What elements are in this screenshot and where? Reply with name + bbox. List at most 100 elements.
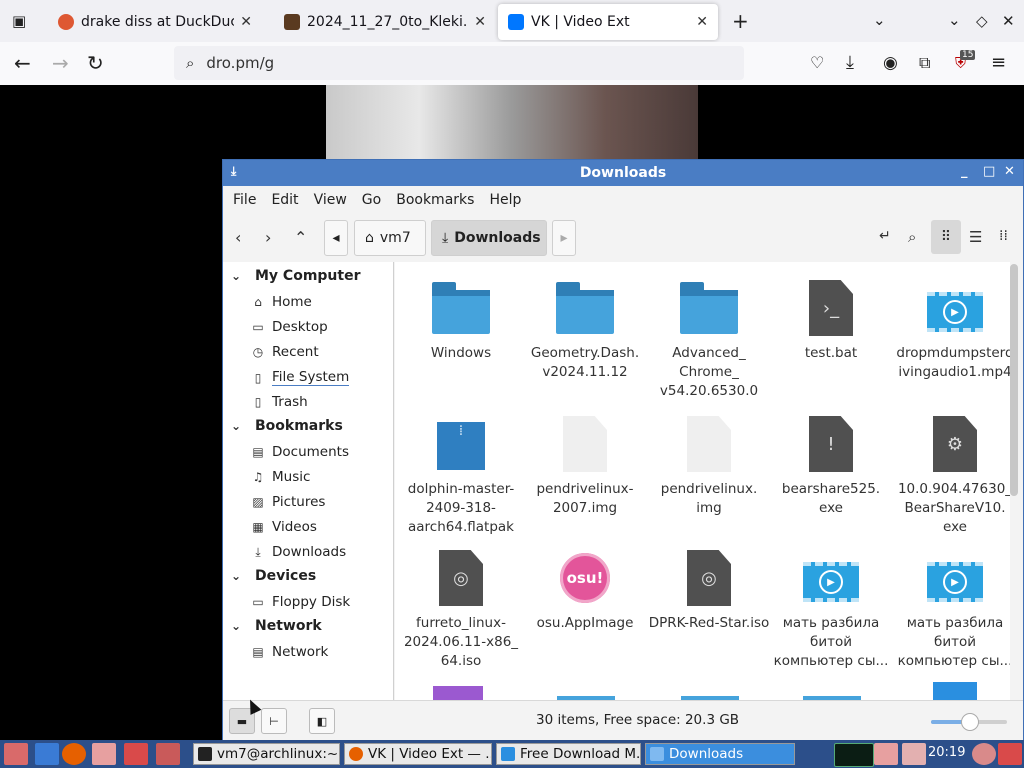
sidebar-item-floppy-disk[interactable]: ▭ Floppy Disk [251,594,350,610]
sidebar-item-recent[interactable]: ◷ Recent [251,344,319,360]
download-manager-launcher-icon[interactable] [124,743,148,765]
sidebar-item-network[interactable]: ▤ Network [251,644,328,660]
menu-launcher-icon[interactable] [4,743,28,765]
file-item[interactable]: pendrivelinux. img [647,414,771,518]
sidebar-item-desktop[interactable]: ▭ Desktop [251,319,327,335]
breadcrumb-downloads[interactable]: ⤓ Downloads [431,220,547,256]
tab-duckduckgo[interactable]: drake diss at DuckDuckGo ✕ [48,4,262,40]
url-bar[interactable]: ⌕ dro.pm/g [174,46,744,80]
logout-icon[interactable] [998,743,1022,765]
file-manager-launcher-icon[interactable] [35,743,59,765]
task-terminal[interactable]: vm7@archlinux:~ [193,743,340,765]
account-icon[interactable]: ◉ [883,52,898,74]
file-item[interactable]: Advanced_ Chrome_ v54.20.6530.0 [647,278,771,401]
breadcrumb-label: Downloads [454,230,541,246]
compact-view-icon[interactable]: ⁞⁞ [999,228,1008,244]
tray-icon[interactable] [902,743,926,765]
diamond-icon[interactable]: ◇ [976,12,988,30]
breadcrumb-left-button[interactable]: ◂ [324,220,348,256]
new-tab-button[interactable]: + [732,9,749,33]
back-icon[interactable]: ← [14,52,31,74]
menu-help[interactable]: Help [489,192,521,208]
extensions-icon[interactable]: ⧉ [919,52,930,74]
menu-view[interactable]: View [314,192,347,208]
list-view-icon[interactable]: ☰ [969,228,982,246]
window-menu-icon[interactable]: ⤓ [231,164,236,179]
menu-icon[interactable]: ≡ [991,52,1006,74]
maximize-icon[interactable]: □ [983,164,995,179]
file-item[interactable]: ▶ dropmdumpsterd ivingaudio1.mp4 [893,278,1010,382]
file-item[interactable]: ◎ DPRK-Red-Star.iso [647,548,771,633]
file-item[interactable]: ⚙ 10.0.904.47630_ BearShareV10. exe [893,414,1010,537]
back-icon[interactable]: ‹ [235,228,241,247]
app-launcher-icon[interactable] [92,743,116,765]
sidebar-section-my-computer[interactable]: ⌄ My Computer [231,268,361,284]
minimize-icon[interactable]: _ [961,164,968,179]
sidebar-section-bookmarks[interactable]: ⌄ Bookmarks [231,418,343,434]
close-icon[interactable]: ✕ [696,14,708,30]
file-item[interactable]: ! bearshare525. exe [769,414,893,518]
file-item[interactable]: ▶ мать разбила битой компьютер сы... [769,548,893,671]
file-item[interactable]: ›_ test.bat [769,278,893,363]
zoom-handle[interactable] [961,713,979,731]
close-window-icon[interactable]: ✕ [1002,12,1015,30]
task-downloads[interactable]: Downloads [645,743,795,765]
scrollbar[interactable] [1010,264,1018,496]
sidebar-item-trash[interactable]: ▯ Trash [251,394,308,410]
power-icon[interactable] [972,743,996,765]
sidebar-item-documents[interactable]: ▤ Documents [251,444,349,460]
file-item[interactable]: osu! osu.AppImage [523,548,647,633]
tab-kleki-image[interactable]: 2024_11_27_0to_Kleki.png ✕ [274,4,496,40]
chevron-down-icon[interactable]: ⌄ [873,11,886,29]
toggle-path-icon[interactable]: ↵ [879,228,891,244]
file-item[interactable]: ▶ мать разбила битой компьютер сы... [893,548,1010,671]
menu-go[interactable]: Go [362,192,381,208]
sidebar-item-videos[interactable]: ▦ Videos [251,519,317,535]
breadcrumb-vm7[interactable]: ⌂ vm7 [354,220,426,256]
close-icon[interactable]: ✕ [1004,164,1015,179]
close-icon[interactable]: ✕ [474,14,486,30]
chevron-down-icon[interactable]: ⌄ [948,11,961,29]
sidebar-item-music[interactable]: ♫ Music [251,469,311,485]
download-icon[interactable]: ⤓ [846,52,854,74]
file-item[interactable]: ⁞ dolphin-master- 2409-318- aarch64.flat… [399,414,523,537]
file-item[interactable]: pendrivelinux- 2007.img [523,414,647,518]
sidebar-section-network[interactable]: ⌄ Network [231,618,322,634]
task-download-manager[interactable]: Free Download M... [496,743,641,765]
menu-edit[interactable]: Edit [271,192,298,208]
menu-file[interactable]: File [233,192,256,208]
file-item[interactable]: ◎ furreto_linux- 2024.06.11-x86_ 64.iso [399,548,523,671]
file-item[interactable]: Geometry.Dash. v2024.11.12 [523,278,647,382]
sidebar-item-home[interactable]: ⌂ Home [251,294,312,310]
pocket-icon[interactable]: ♡ [810,52,824,74]
close-icon[interactable]: ✕ [240,14,252,30]
file-icon-partial[interactable] [933,682,977,700]
icon-view-icon[interactable]: ⠿ [931,220,961,254]
clock[interactable]: 20:19 [928,745,965,760]
window-title-bar[interactable]: ⤓ Downloads _ □ ✕ [223,160,1023,186]
task-firefox[interactable]: VK | Video Ext — ... [344,743,492,765]
file-icon-partial[interactable] [433,686,483,700]
sidebar-item-downloads[interactable]: ⤓ Downloads [251,544,346,560]
video-player[interactable] [326,85,698,159]
firefox-launcher-icon[interactable] [62,743,86,765]
sidebar-item-pictures[interactable]: ▨ Pictures [251,494,325,510]
tab-vk-video[interactable]: VK | Video Ext ✕ [498,4,718,40]
zoom-slider[interactable] [931,713,1007,731]
reload-icon[interactable]: ↻ [87,52,104,74]
file-item[interactable]: Windows [399,278,523,363]
tab-list-icon[interactable]: ▣ [12,12,26,30]
app-launcher-icon[interactable] [156,743,180,765]
sidebar-item-file-system[interactable]: ▯ File System [251,369,350,386]
folder-icon [650,747,664,761]
search-icon[interactable]: ⌕ [908,228,916,246]
sidebar-section-devices[interactable]: ⌄ Devices [231,568,316,584]
forward-icon[interactable]: › [265,228,271,247]
breadcrumb-right-button[interactable]: ▸ [552,220,576,256]
toggle-sidebar-button[interactable]: ◧ [309,708,335,734]
forward-icon[interactable]: → [52,52,69,74]
tray-icon[interactable] [874,743,898,765]
up-icon[interactable]: ⌃ [294,228,307,247]
menu-bookmarks[interactable]: Bookmarks [396,192,474,208]
show-treeview-button[interactable]: ⊢ [261,708,287,734]
